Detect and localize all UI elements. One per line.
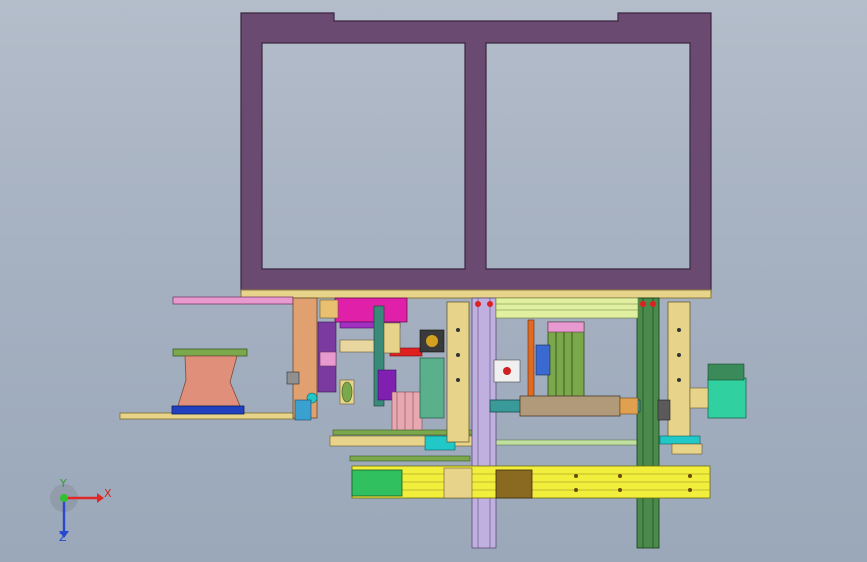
- central-mechanism[interactable]: [317, 297, 445, 435]
- 3d-viewport[interactable]: X Y Z: [0, 0, 867, 562]
- left-platform[interactable]: [119, 296, 301, 420]
- green-profile[interactable]: [636, 297, 660, 549]
- triad-z-label: Z: [59, 531, 67, 544]
- triad-x-label: X: [104, 487, 112, 500]
- right-brackets[interactable]: [659, 435, 703, 455]
- linear-actuator[interactable]: [351, 465, 711, 499]
- orientation-triad[interactable]: X Y Z: [50, 477, 112, 544]
- upper-rail[interactable]: [495, 297, 639, 319]
- violet-profile[interactable]: [471, 297, 497, 549]
- upper-frame[interactable]: [240, 12, 712, 299]
- cylinder-assembly[interactable]: [493, 319, 585, 405]
- left-column[interactable]: [286, 297, 318, 421]
- y-axis-dot-icon: [60, 494, 68, 502]
- right-motor[interactable]: [689, 363, 747, 419]
- triad-y-label: Y: [59, 477, 67, 490]
- cad-assembly-model[interactable]: X Y Z: [0, 0, 867, 562]
